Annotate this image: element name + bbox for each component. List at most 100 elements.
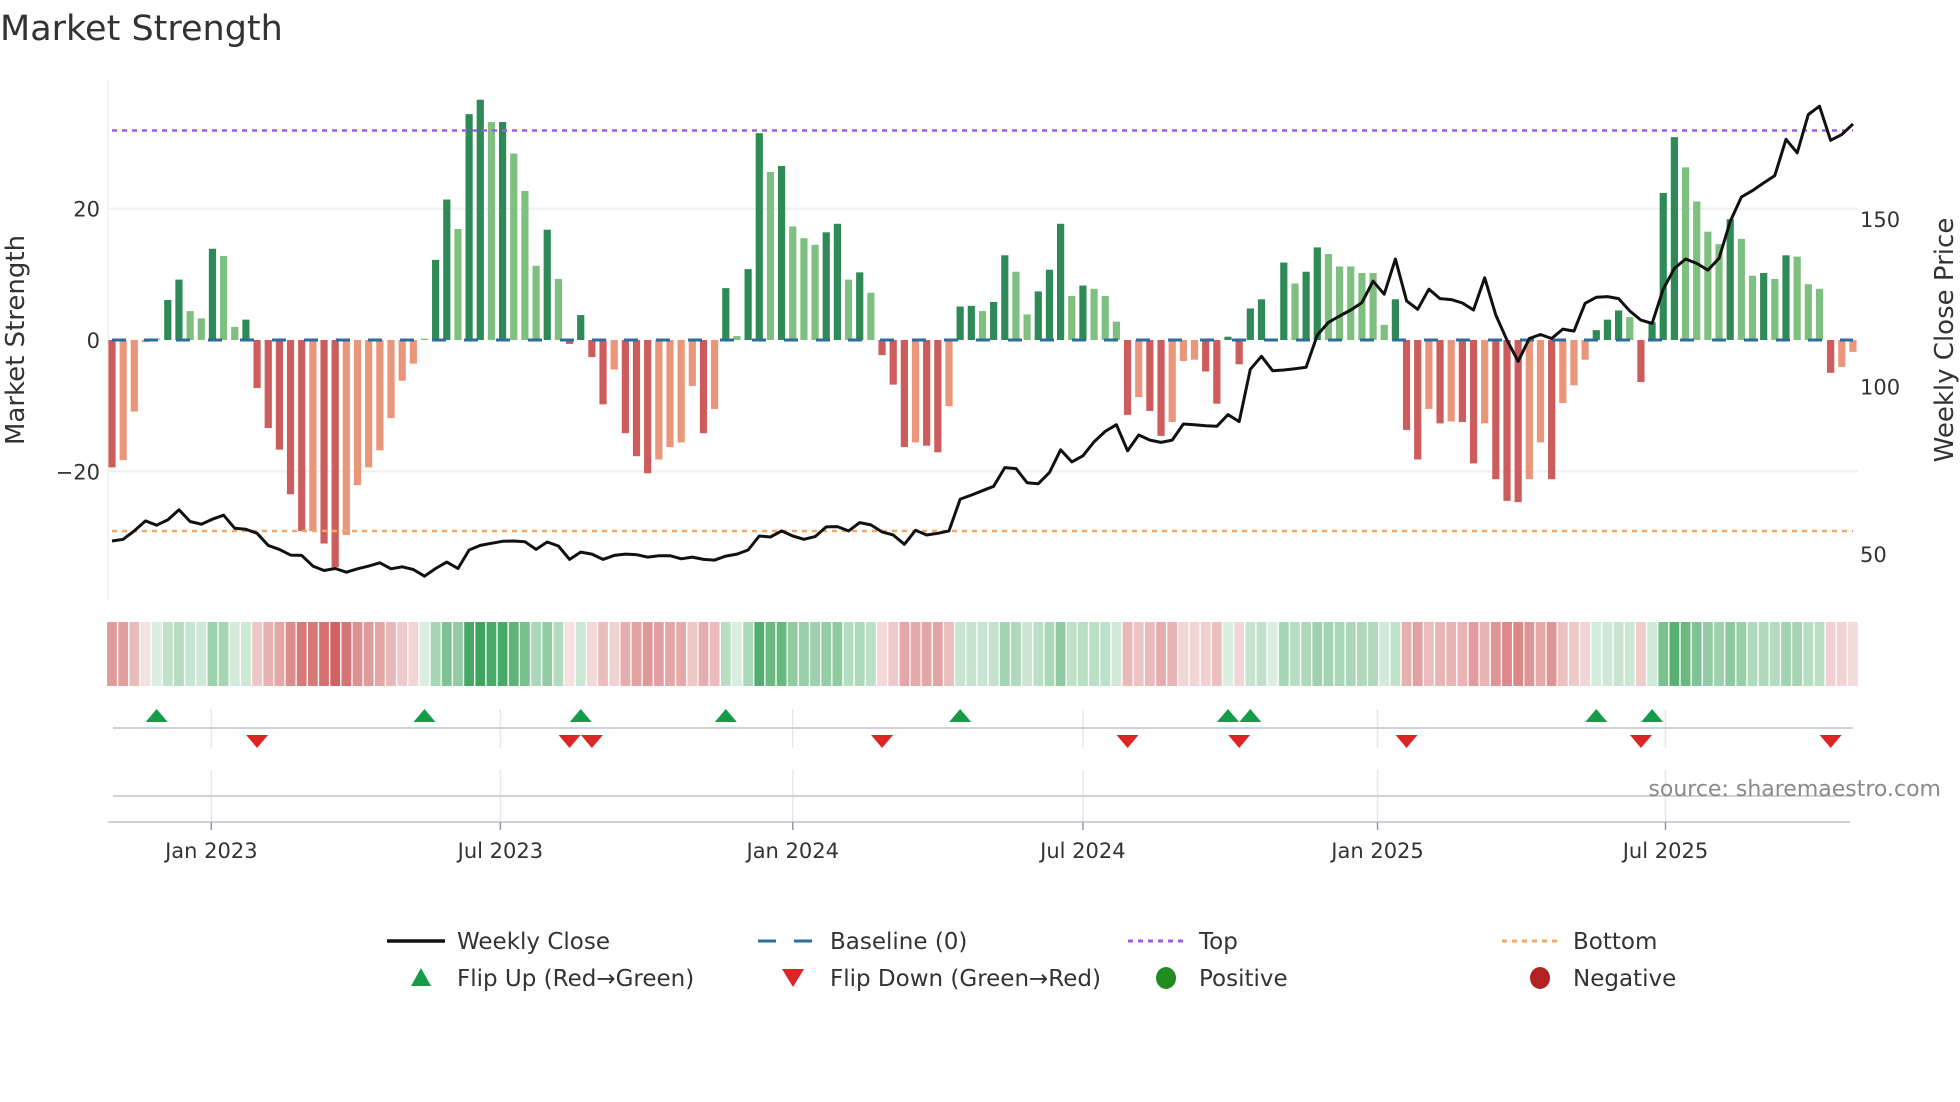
negative-bar: [387, 340, 395, 419]
positive-bar: [1603, 319, 1612, 340]
strip-cell: [944, 622, 954, 686]
flip-up-marker: [1641, 709, 1664, 722]
strip-cell: [274, 622, 285, 686]
strip-cell: [1624, 622, 1635, 686]
strip-cell: [620, 622, 631, 686]
x-tick-label: Jan 2025: [1329, 839, 1424, 863]
positive-bar: [220, 255, 228, 340]
strip-cell: [877, 622, 887, 686]
positive-bar: [1670, 137, 1678, 340]
positive-bar: [722, 288, 730, 340]
strip-cell: [698, 622, 709, 686]
negative-bar: [711, 340, 719, 409]
strip-cell: [397, 622, 408, 686]
strip-cell: [1401, 622, 1412, 686]
strip-cell: [1490, 622, 1501, 686]
positive-bar: [1112, 321, 1120, 340]
strip-cell: [1033, 622, 1044, 686]
y-axis-label: Market Strength: [1, 235, 31, 445]
flip-up-marker: [569, 709, 592, 722]
flip-up-marker: [1585, 709, 1608, 722]
strip-cell: [185, 622, 196, 686]
y2-axis-label: Weekly Close Price: [1930, 218, 1960, 463]
negative-bar: [1525, 340, 1533, 480]
chart-title: Market Strength: [0, 9, 283, 49]
strip-cell: [520, 622, 530, 686]
positive-bar: [1737, 238, 1745, 340]
legend-label-top: Top: [1198, 929, 1238, 955]
negative-bar: [1202, 340, 1210, 372]
strip-cell: [865, 622, 876, 686]
negative-bar: [1135, 340, 1143, 398]
strip-cell: [1122, 622, 1133, 686]
negative-bar: [599, 340, 607, 405]
strip-cell: [1457, 622, 1468, 686]
strip-cell: [1848, 622, 1858, 686]
flip-markers: [113, 709, 1853, 822]
strip-cell: [1278, 622, 1289, 686]
flip-up-marker: [145, 709, 168, 722]
strip-cell: [1446, 622, 1457, 686]
negative-bar: [1179, 340, 1187, 362]
negative-bar: [409, 340, 417, 364]
negative-bar: [398, 340, 406, 381]
strip-cell: [586, 622, 597, 686]
strip-cell: [1647, 622, 1657, 686]
positive-bar: [1704, 231, 1712, 340]
positive-bar: [755, 133, 763, 340]
strip-cell: [363, 622, 374, 686]
y-tick-label: 0: [87, 329, 100, 353]
positive-bar: [1101, 296, 1109, 340]
negative-bar: [588, 340, 596, 358]
strip-cell: [1736, 622, 1747, 686]
negative-bar: [878, 340, 886, 356]
strip-cell: [821, 622, 832, 686]
strip-cell: [1290, 622, 1300, 686]
negative-bar: [1849, 340, 1857, 352]
strip-cell: [229, 622, 240, 686]
positive-bar: [465, 114, 473, 340]
strip-cell: [575, 622, 586, 686]
strip-cell: [1524, 622, 1535, 686]
strip-cell: [1368, 622, 1378, 686]
strength-bars: [108, 99, 1857, 568]
strip-cell: [1758, 622, 1769, 686]
strip-cell: [531, 622, 541, 686]
positive-bar: [454, 229, 462, 340]
strip-cell: [843, 622, 854, 686]
strip-cell: [1044, 622, 1055, 686]
negative-bar: [677, 340, 685, 443]
strip-cell: [1334, 622, 1345, 686]
positive-bar: [1257, 299, 1266, 340]
legend: Weekly Close Baseline (0) Top Bottom Flip Up…: [387, 929, 1676, 992]
strip-cell: [776, 622, 787, 686]
positive-bar: [1815, 288, 1824, 340]
strip-cell: [430, 622, 441, 686]
strip-cell: [932, 622, 943, 686]
positive-bar: [1246, 308, 1254, 340]
strip-cell: [1691, 622, 1702, 686]
legend-label-negative: Negative: [1573, 966, 1676, 992]
strip-cell: [765, 622, 776, 686]
strip-cell: [330, 622, 341, 686]
strip-cell: [799, 622, 809, 686]
strip-cell: [631, 622, 642, 686]
strip-cell: [1546, 622, 1557, 686]
strip-cell: [854, 622, 865, 686]
strip-cell: [553, 622, 564, 686]
negative-bar: [688, 340, 696, 386]
strip-cell: [598, 622, 608, 686]
strip-cell: [1211, 622, 1222, 686]
negative-bar: [1146, 340, 1154, 411]
strip-cell: [386, 622, 396, 686]
strip-cell: [743, 622, 754, 686]
strip-cell: [1078, 622, 1088, 686]
strip-cell: [196, 622, 207, 686]
positive-bar: [1615, 310, 1623, 340]
positive-bar: [1336, 266, 1344, 340]
strip-cell: [1111, 622, 1122, 686]
strip-cell: [352, 622, 363, 686]
strip-cell: [921, 622, 932, 686]
positive-bar: [1023, 314, 1031, 340]
flip-up-marker: [714, 709, 737, 722]
